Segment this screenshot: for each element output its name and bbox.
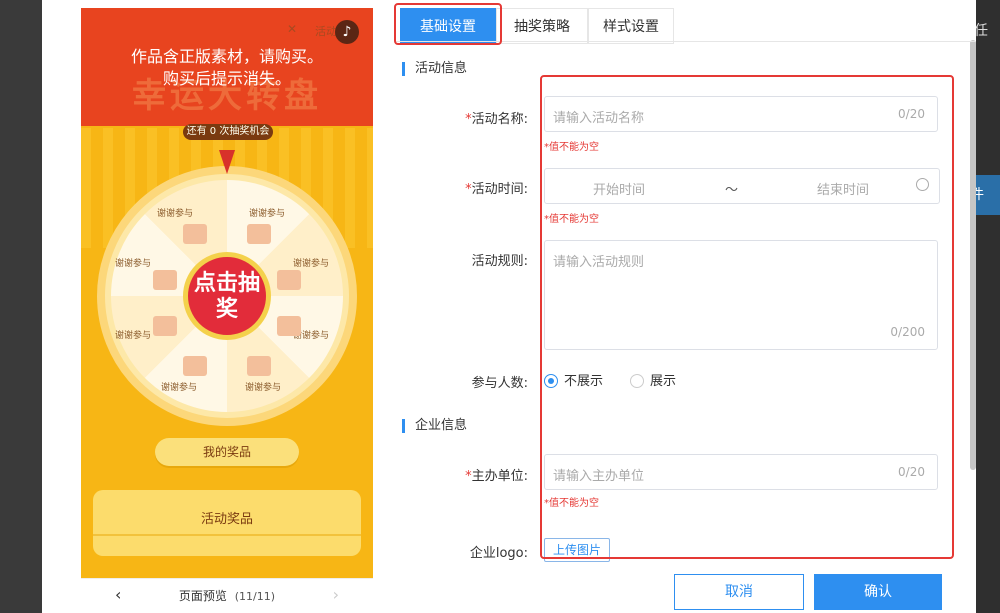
sponsor-label: *主办单位:	[398, 465, 528, 484]
background-text: 任	[974, 23, 988, 39]
activity-prize-panel: 活动奖品	[93, 490, 361, 556]
scrollbar[interactable]	[970, 40, 976, 470]
company-logo-label: 企业logo:	[469, 546, 528, 561]
draw-button[interactable]: 点击抽奖	[183, 252, 271, 340]
phone-preview: ✕ 活动 ♪ 幸运大转盘 作品含正版素材，请购买。 购买后提示消失。 还有 0 …	[81, 8, 373, 578]
watermark-line-1: 作品含正版素材，请购买。	[130, 47, 323, 66]
confirm-button[interactable]: 确认	[814, 574, 942, 610]
wheel-slot-label: 谢谢参与	[161, 383, 198, 393]
activity-prize-title: 活动奖品	[200, 512, 253, 527]
pager-count: (11/11)	[234, 590, 276, 603]
tab-lottery-strategy[interactable]: 抽奖策略	[496, 8, 588, 44]
gift-icon	[183, 224, 207, 244]
section-activity-info: 活动信息	[402, 62, 467, 76]
section-company-info: 企业信息	[402, 419, 467, 433]
form-highlight-box	[540, 75, 954, 559]
preview-top-tag[interactable]: 活动	[315, 23, 337, 39]
activity-rules-label: 活动规则:	[471, 254, 528, 269]
preview-pager: ‹ 页面预览 (11/11) ›	[81, 578, 373, 610]
tab-highlight-box	[394, 3, 502, 45]
share-icon[interactable]: ✕	[287, 22, 297, 36]
wheel-slot-label: 谢谢参与	[293, 259, 330, 269]
music-icon[interactable]: ♪	[335, 20, 359, 44]
watermark-text: 作品含正版素材，请购买。 购买后提示消失。	[81, 46, 373, 90]
gift-icon	[277, 316, 301, 336]
gift-icon	[247, 356, 271, 376]
divider	[93, 534, 361, 536]
settings-modal: ✕ 活动 ♪ 幸运大转盘 作品含正版素材，请购买。 购买后提示消失。 还有 0 …	[42, 0, 976, 613]
gift-icon	[247, 224, 271, 244]
prize-wheel[interactable]: 谢谢参与 谢谢参与 谢谢参与 谢谢参与 谢谢参与 谢谢参与 谢谢参与 谢谢参与 …	[97, 166, 357, 426]
cancel-button[interactable]: 取消	[674, 574, 804, 610]
participants-label: 参与人数:	[471, 376, 528, 391]
activity-time-label: *活动时间:	[398, 178, 528, 197]
sponsor-label-text: 主办单位:	[471, 469, 528, 484]
pager-label: 页面预览 (11/11)	[81, 587, 373, 604]
wheel-slot-label: 谢谢参与	[115, 259, 152, 269]
next-page-icon[interactable]: ›	[333, 585, 339, 604]
my-prize-button[interactable]: 我的奖品	[155, 438, 299, 466]
gift-icon	[153, 316, 177, 336]
wheel-slot-label: 谢谢参与	[115, 331, 152, 341]
activity-name-label: *活动名称:	[398, 108, 528, 127]
wheel-slot-label: 谢谢参与	[245, 383, 282, 393]
watermark-line-2: 购买后提示消失。	[162, 69, 291, 88]
wheel-slot-label: 谢谢参与	[249, 209, 286, 219]
pager-title: 页面预览	[178, 589, 227, 603]
gift-icon	[153, 270, 177, 290]
tab-style-settings[interactable]: 样式设置	[588, 8, 674, 44]
chance-badge: 还有 0 次抽奖机会	[183, 124, 273, 140]
activity-time-label-text: 活动时间:	[471, 182, 528, 197]
gift-icon	[183, 356, 207, 376]
gift-icon	[277, 270, 301, 290]
activity-name-label-text: 活动名称:	[471, 112, 528, 127]
wheel-slot-label: 谢谢参与	[157, 209, 194, 219]
